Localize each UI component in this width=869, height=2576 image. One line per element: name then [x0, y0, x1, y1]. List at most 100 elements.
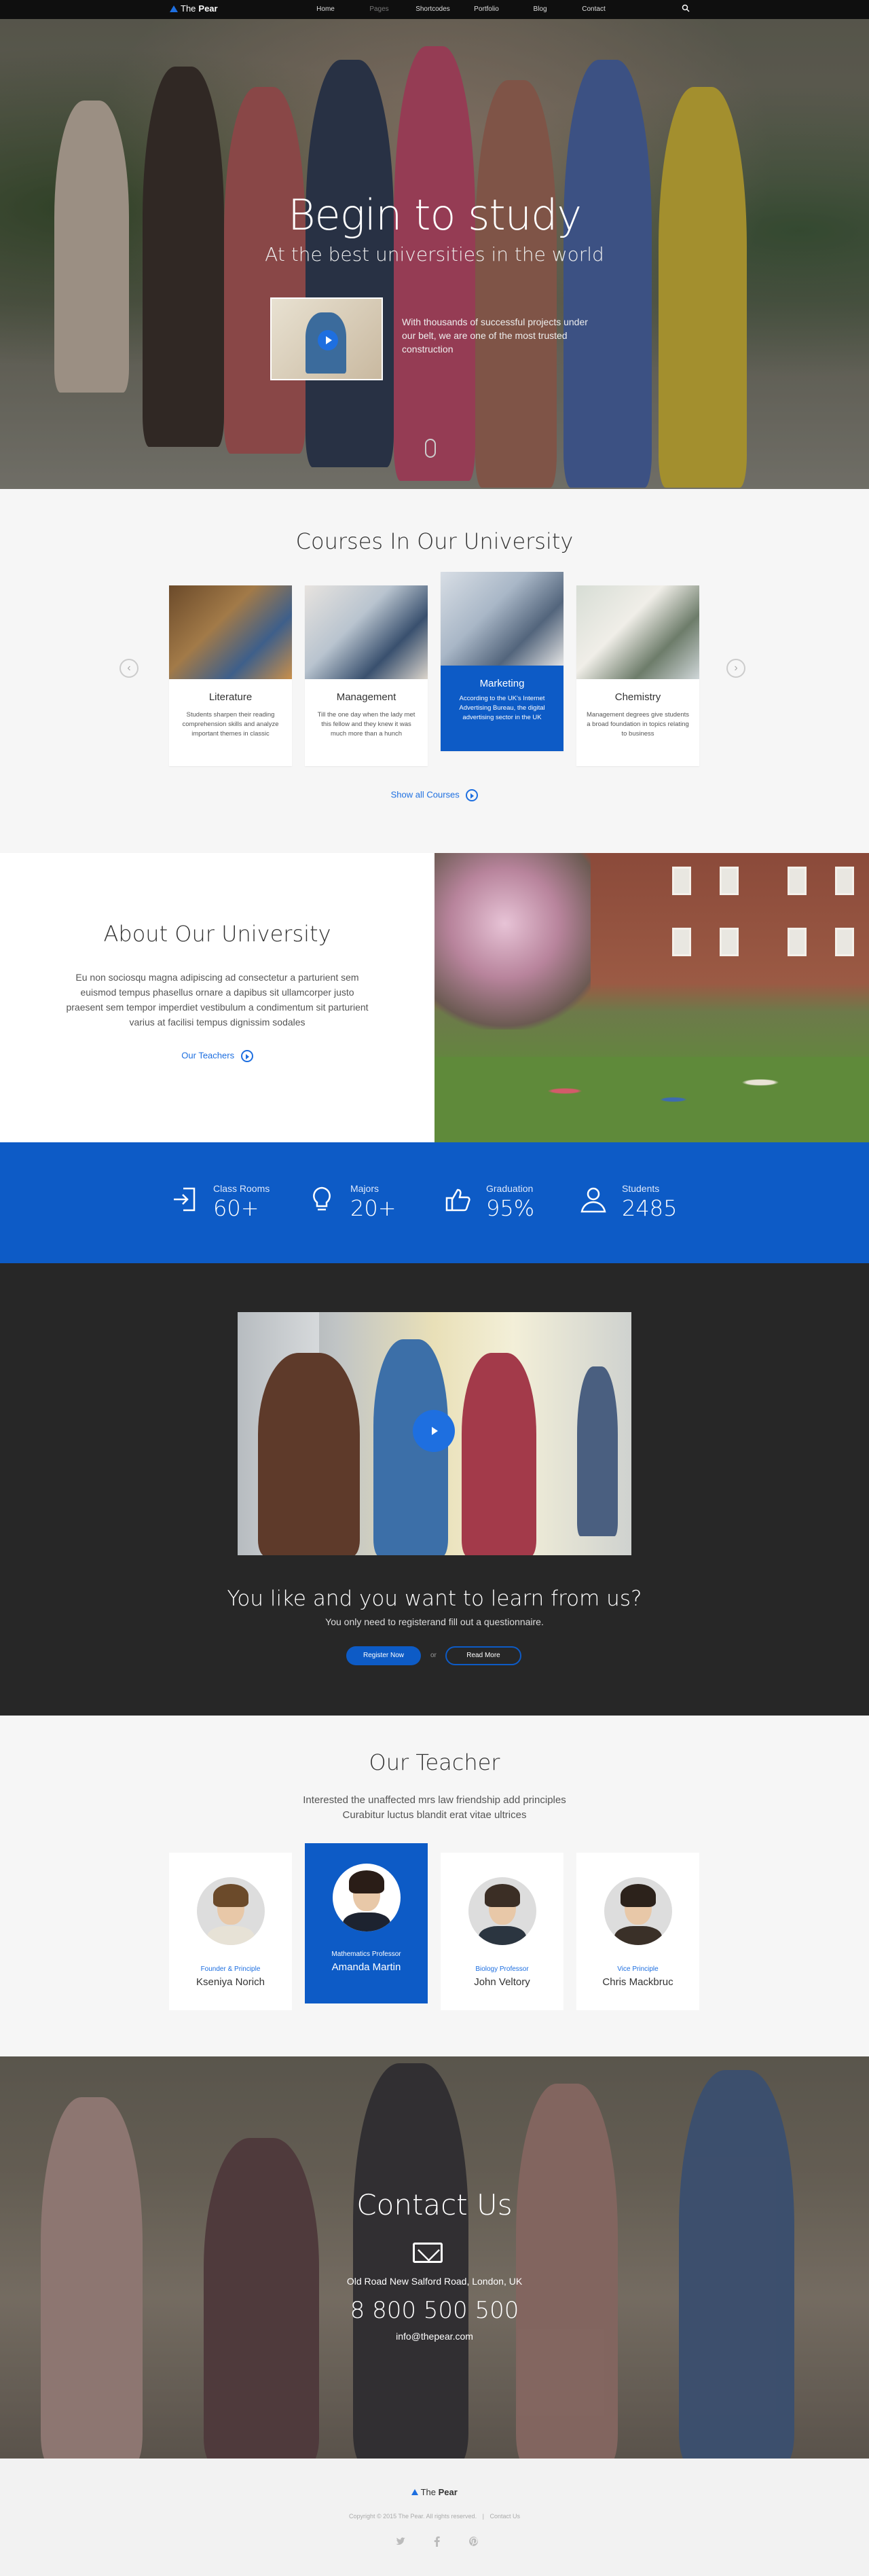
teacher-role: Founder & Principle [200, 1965, 261, 1973]
avatar-body [479, 1926, 526, 1945]
logo-prefix: The [181, 3, 196, 14]
course-description: According to the UK's Internet Advertisi… [459, 695, 545, 721]
video-player[interactable] [238, 1312, 631, 1555]
building-window [672, 928, 691, 956]
footer: The Pear Copyright © 2015 The Pear. All … [0, 2459, 869, 2576]
building-window [720, 928, 739, 956]
course-card-management[interactable]: Management Till the one day when the lad… [305, 585, 428, 766]
arrow-circle-icon [240, 1050, 253, 1062]
stats-section: Class Rooms 60+ Majors 20+ Graduation 95… [0, 1142, 869, 1263]
teacher-avatar [333, 1864, 401, 1931]
hero-section: Begin to study At the best universities … [0, 19, 869, 489]
avatar-body [614, 1926, 662, 1945]
footer-logo[interactable]: The Pear [0, 2487, 869, 2497]
lawn-with-students [434, 1057, 869, 1142]
contact-address: Old Road New Salford Road, London, UK [346, 2276, 523, 2287]
pinterest-icon[interactable] [468, 2536, 479, 2547]
stat-value: 60+ [213, 1195, 259, 1221]
course-card-literature[interactable]: Literature Students sharpen their readin… [169, 585, 292, 766]
menu-item-contact[interactable]: Contact [567, 0, 621, 19]
user-icon [580, 1187, 606, 1213]
copyright-text: Copyright © 2015 The Pear. All rights re… [349, 2513, 477, 2520]
teachers-title: Our Teacher [369, 1749, 500, 1775]
video-student-figure [462, 1353, 536, 1555]
course-title: Marketing [479, 678, 525, 689]
teacher-role: Vice Principle [617, 1965, 659, 1973]
teachers-description: Interested the unaffected mrs law friend… [0, 1793, 869, 1823]
menu-item-blog[interactable]: Blog [513, 0, 567, 19]
course-title: Literature [208, 691, 253, 703]
thumbs-up-icon [445, 1189, 470, 1212]
twitter-icon[interactable] [395, 2536, 406, 2547]
menu-item-shortcodes[interactable]: Shortcodes [406, 0, 460, 19]
menu-item-pages[interactable]: Pages [352, 0, 406, 19]
our-teachers-label: Our Teachers [181, 1050, 235, 1061]
teacher-avatar [468, 1877, 536, 1945]
next-arrow-icon[interactable]: › [726, 659, 745, 678]
course-image [576, 585, 699, 679]
stat-label: Graduation [486, 1183, 534, 1194]
avatar-hair [349, 1870, 384, 1893]
course-title: Chemistry [614, 691, 661, 703]
prev-arrow-icon[interactable]: ‹ [119, 659, 138, 678]
teacher-card[interactable]: Founder & Principle Kseniya Norich [169, 1853, 292, 2010]
our-teachers-link[interactable]: Our Teachers [0, 1050, 434, 1062]
footer-contact-link[interactable]: Contact Us [489, 2513, 520, 2520]
footer-separator: | [482, 2513, 484, 2520]
play-icon[interactable] [413, 1410, 455, 1452]
scroll-down-icon[interactable] [425, 439, 436, 458]
stat-value: 95% [486, 1195, 535, 1221]
footer-copyright-row: Copyright © 2015 The Pear. All rights re… [0, 2513, 869, 2520]
menu-item-portfolio[interactable]: Portfolio [460, 0, 513, 19]
avatar-hair [485, 1884, 520, 1907]
register-now-button[interactable]: Register Now [346, 1646, 421, 1665]
blossom-tree [434, 853, 591, 1030]
teacher-card[interactable]: Vice Principle Chris Mackbruc [576, 1853, 699, 2010]
course-image [441, 572, 563, 666]
about-section: About Our University Eu non sociosqu mag… [0, 853, 869, 1142]
teachers-section: Our Teacher Interested the unaffected mr… [0, 1716, 869, 2056]
avatar-body [343, 1912, 390, 1931]
logo-triangle-icon [170, 5, 178, 12]
contact-phone[interactable]: 8 800 500 500 [0, 2297, 869, 2324]
hero-video-thumbnail[interactable] [270, 297, 383, 380]
social-links [395, 2536, 479, 2547]
courses-section: Courses In Our University ‹ › Literature… [0, 489, 869, 853]
teacher-avatar [197, 1877, 265, 1945]
teacher-name: Chris Mackbruc [602, 1976, 673, 1988]
footer-logo-name: Pear [438, 2487, 458, 2497]
contact-email[interactable]: info@thepear.com [0, 2331, 869, 2342]
play-icon[interactable] [318, 330, 338, 350]
course-image [305, 585, 428, 679]
video-subtitle: You only need to registerand fill out a … [325, 1616, 544, 1627]
footer-logo-prefix: The [420, 2487, 436, 2497]
video-section: You like and you want to learn from us? … [0, 1263, 869, 1716]
avatar-hair [621, 1884, 656, 1907]
building-window [788, 928, 807, 956]
teachers-description-line: Interested the unaffected mrs law friend… [303, 1794, 566, 1806]
site-logo[interactable]: The Pear [170, 3, 218, 14]
envelope-icon [413, 2243, 443, 2263]
teacher-card[interactable]: Mathematics Professor Amanda Martin [305, 1843, 428, 2003]
teacher-role: Biology Professor [475, 1965, 529, 1973]
building-window [672, 867, 691, 895]
stat-value: 2485 [622, 1195, 678, 1221]
stat-value: 20+ [350, 1195, 396, 1221]
teacher-avatar [604, 1877, 672, 1945]
course-description: Management degrees give students a broad… [586, 711, 690, 738]
contact-section: Contact Us Old Road New Salford Road, Lo… [0, 2056, 869, 2459]
video-student-figure [258, 1353, 360, 1555]
facebook-icon[interactable] [432, 2536, 443, 2547]
building-window [788, 867, 807, 895]
course-card-marketing[interactable]: Marketing According to the UK's Internet… [441, 572, 563, 751]
read-more-button[interactable]: Read More [445, 1646, 521, 1665]
course-card-chemistry[interactable]: Chemistry Management degrees give studen… [576, 585, 699, 766]
search-icon[interactable] [682, 4, 690, 12]
stat-label: Students [622, 1183, 660, 1194]
teacher-card[interactable]: Biology Professor John Veltory [441, 1853, 563, 2010]
building-window [835, 928, 854, 956]
show-all-courses-link[interactable]: Show all Courses [0, 789, 869, 801]
menu-item-home[interactable]: Home [299, 0, 352, 19]
video-title: You like and you want to learn from us? [227, 1586, 642, 1611]
video-student-figure [577, 1366, 618, 1536]
